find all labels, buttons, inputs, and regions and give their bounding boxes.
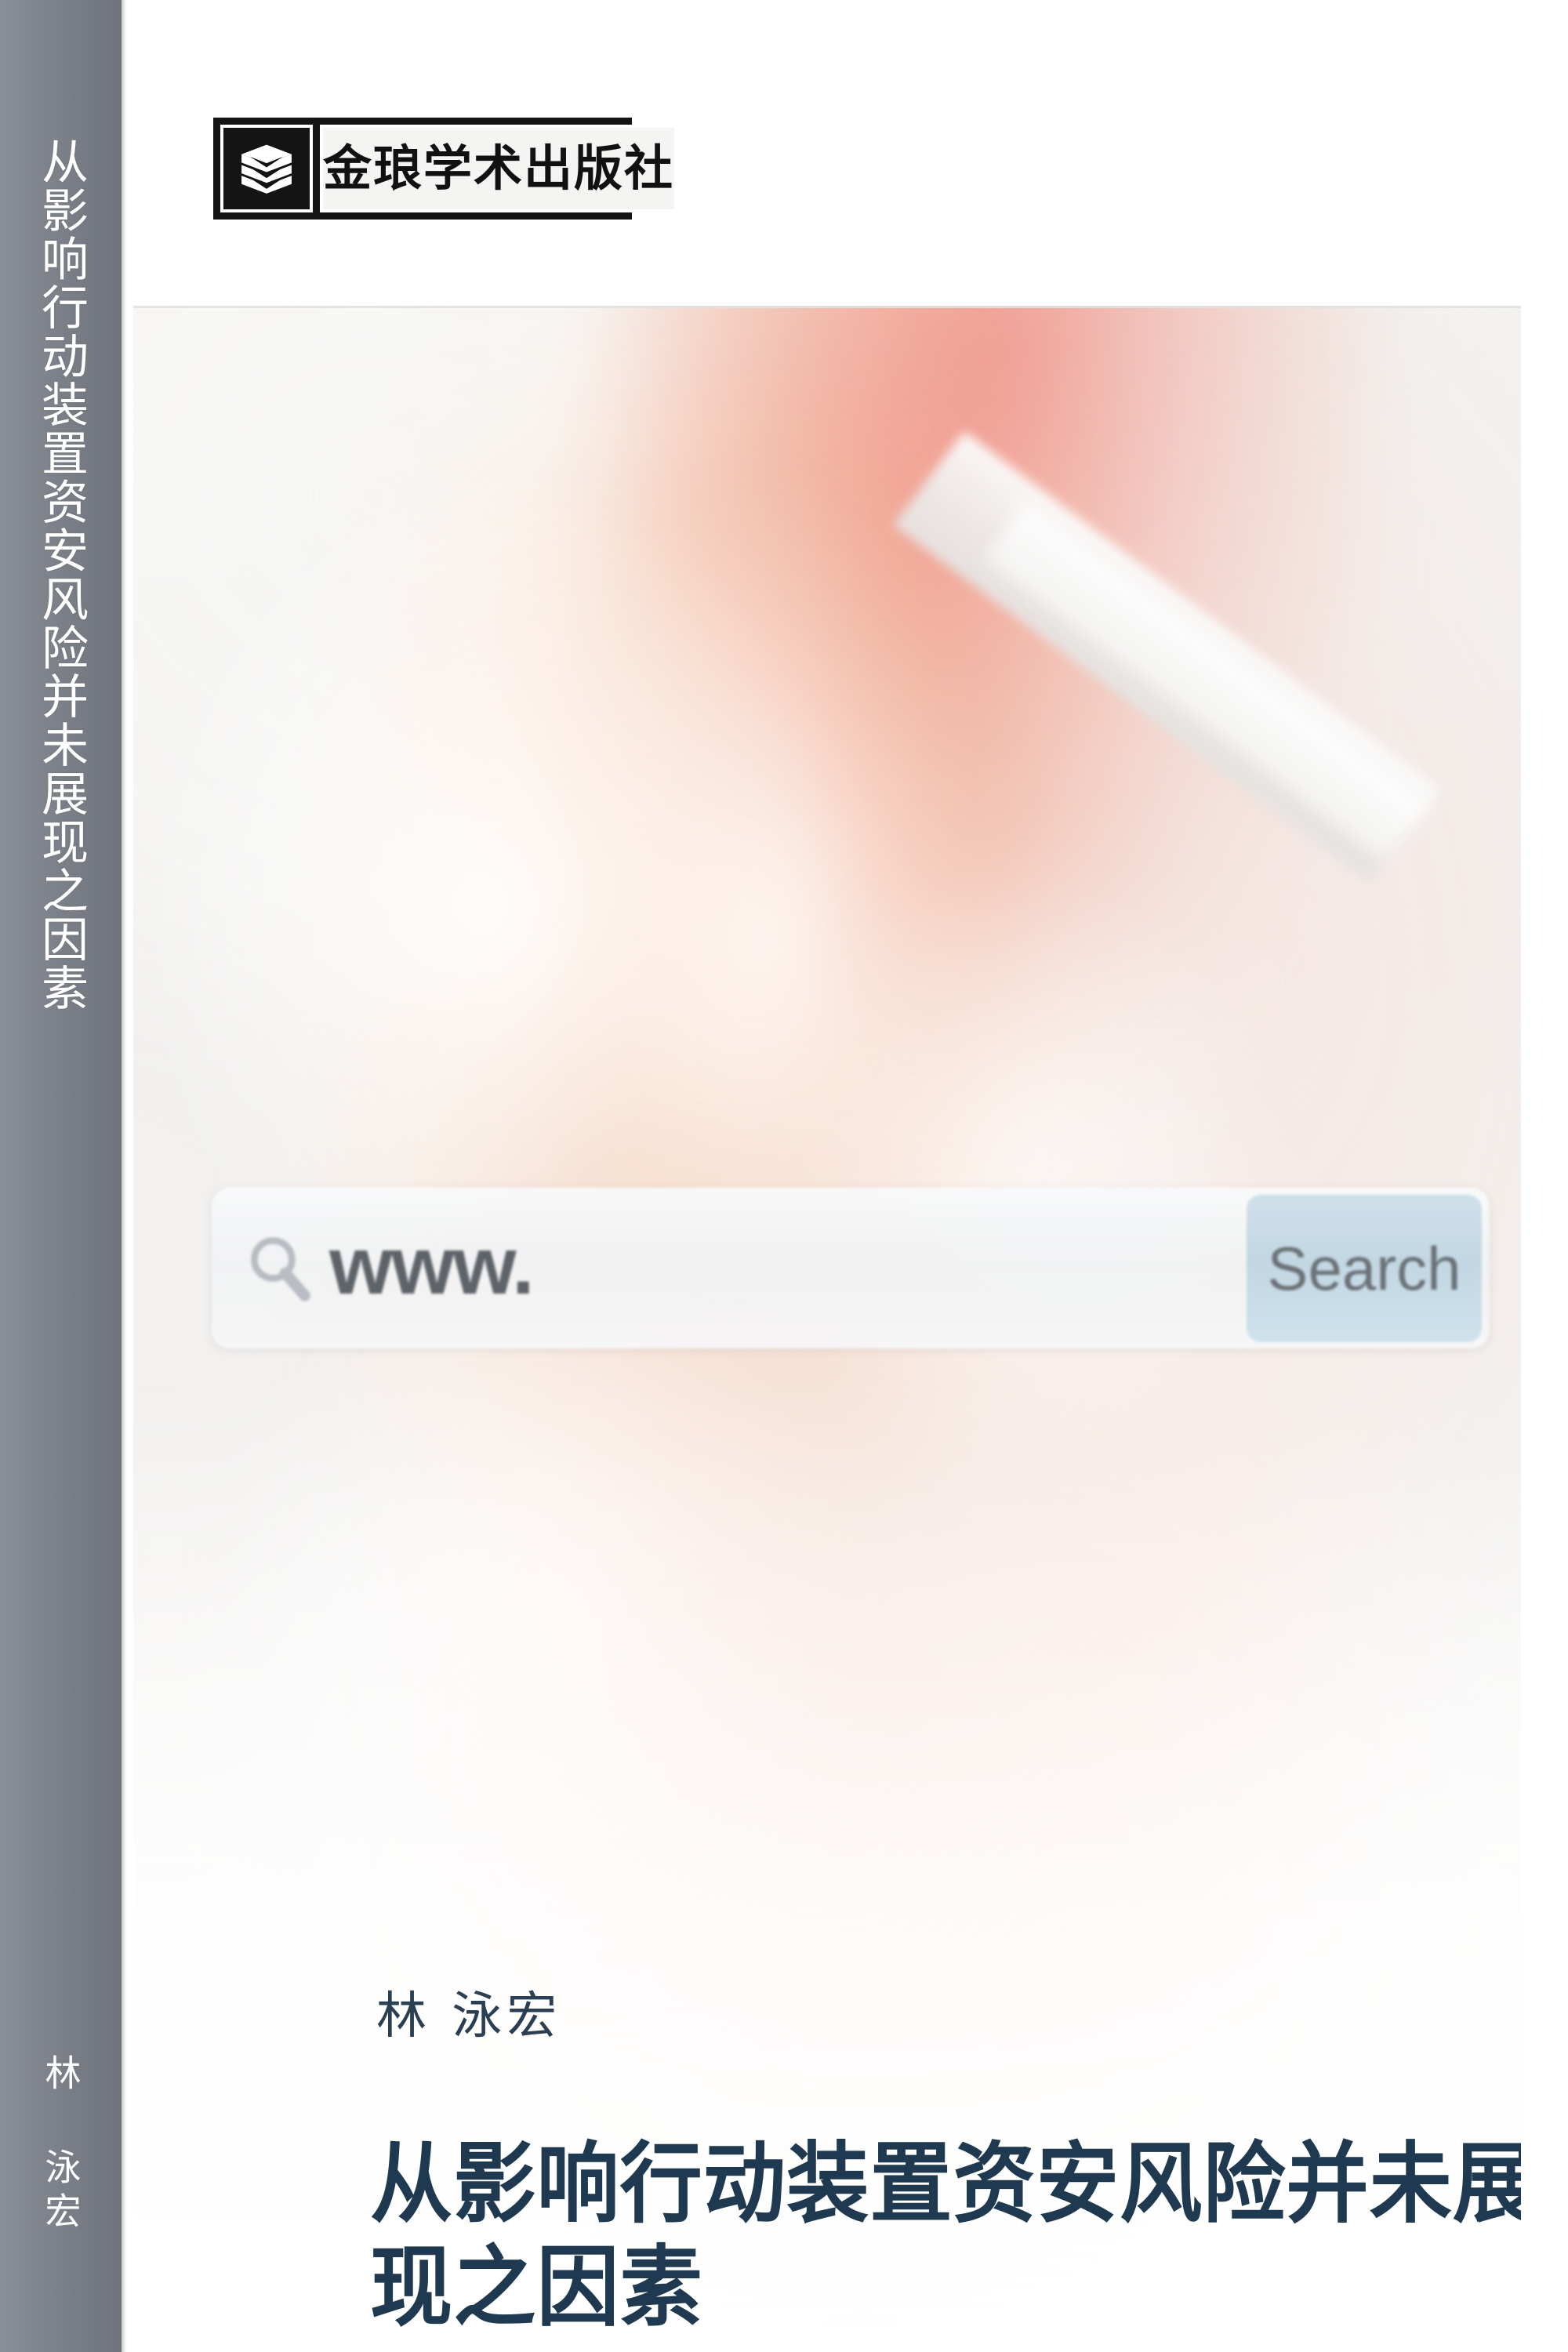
cover-photograph: www. Search 林 泳宏 从影响行动装置资安风险并未展现之因素 探讨未来… [133, 306, 1521, 2352]
photo-top-edge [133, 306, 1521, 308]
publisher-name: 金琅学术出版社 [323, 140, 675, 197]
spine-edge-highlight [122, 0, 126, 2352]
spine-title: 从影响行动装置资安风险并未展现之因素 [33, 137, 89, 1012]
search-input[interactable]: www. [329, 1225, 1247, 1312]
search-bar-graphic[interactable]: www. Search [212, 1188, 1490, 1348]
stacked-books-icon [220, 125, 313, 212]
publisher-logo: 金琅学术出版社 [213, 118, 678, 220]
search-button[interactable]: Search [1247, 1194, 1482, 1342]
spine-author: 林 泳宏 [39, 2054, 82, 2236]
page-title: 从影响行动装置资安风险并未展现之因素 [370, 2132, 1521, 2339]
publisher-name-plate: 金琅学术出版社 [320, 125, 678, 212]
cover-author: 林 泳宏 [376, 1987, 562, 2045]
search-icon [212, 1231, 329, 1306]
search-button-label: Search [1267, 1233, 1461, 1303]
logo-divider [313, 125, 320, 212]
book-spine: 从影响行动装置资安风险并未展现之因素 林 泳宏 [0, 0, 122, 2352]
